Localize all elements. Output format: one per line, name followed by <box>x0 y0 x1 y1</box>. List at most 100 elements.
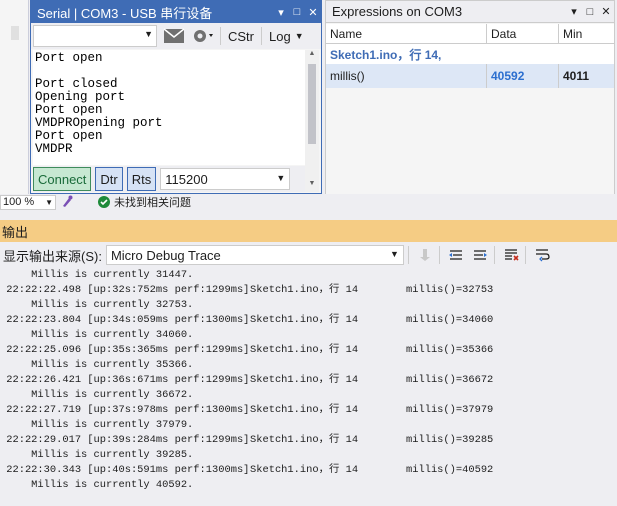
message-line: Millis is currently 37979. <box>0 418 617 433</box>
cstr-button[interactable]: CStr <box>224 25 258 47</box>
brush-icon[interactable] <box>60 194 74 211</box>
check-circle-icon <box>98 196 110 208</box>
trace-time: 22:22:25.096 [up:35s:365ms perf:1299ms] <box>0 344 250 356</box>
output-toolbar: 显示输出来源(S): Micro Debug Trace ▼ <box>0 242 617 268</box>
trace-file: Sketch1.ino，行 14 <box>250 404 359 416</box>
send-input[interactable]: ▼ <box>33 25 157 47</box>
issues-text: 未找到相关问题 <box>114 197 191 209</box>
word-wrap-icon[interactable] <box>532 245 552 265</box>
column-header-name[interactable]: Name <box>326 27 486 41</box>
message-line: Millis is currently 31447. <box>0 268 617 283</box>
message-text: Millis is currently 39285. <box>0 449 194 461</box>
chevron-down-icon: ▼ <box>390 249 399 259</box>
message-text: Millis is currently 35366. <box>0 359 194 371</box>
trace-file: Sketch1.ino，行 14 <box>250 374 359 386</box>
toolbar-divider <box>524 246 526 264</box>
find-message-icon[interactable] <box>415 245 435 265</box>
log-button[interactable]: Log ▼ <box>265 25 308 47</box>
message-line: Millis is currently 36672. <box>0 388 617 403</box>
zoom-value: 100 % <box>3 196 35 208</box>
trace-time: 22:22:29.017 [up:39s:284ms perf:1299ms] <box>0 434 250 446</box>
expression-data: 40592 <box>486 64 558 88</box>
chevron-down-icon: ▼ <box>144 29 153 39</box>
trace-line: 22:22:22.498 [up:32s:752ms perf:1299ms] S… <box>0 283 617 298</box>
gear-icon[interactable] <box>191 25 217 47</box>
table-row[interactable]: millis() 40592 4011 <box>326 64 614 88</box>
toolbar-divider <box>493 246 495 264</box>
output-source-value: Micro Debug Trace <box>110 247 221 263</box>
message-text: Millis is currently 36672. <box>0 389 194 401</box>
column-header-min[interactable]: Min <box>558 24 614 43</box>
dtr-button[interactable]: Dtr <box>95 167 123 191</box>
next-message-icon[interactable] <box>470 245 490 265</box>
mail-icon[interactable] <box>161 25 187 47</box>
dropdown-icon[interactable]: ▾ <box>566 5 582 18</box>
scroll-marker <box>11 26 19 40</box>
message-line: Millis is currently 34060. <box>0 328 617 343</box>
rts-button[interactable]: Rts <box>126 167 157 191</box>
trace-expression: millis()=35366 <box>406 344 494 356</box>
chevron-down-icon: ▼ <box>276 173 286 183</box>
previous-message-icon[interactable] <box>446 245 466 265</box>
expressions-titlebar[interactable]: Expressions on COM3 ▾ □ ✕ <box>326 1 614 23</box>
output-source-select[interactable]: Micro Debug Trace ▼ <box>105 245 404 265</box>
maximize-icon[interactable]: □ <box>289 6 305 18</box>
message-line: Millis is currently 40592. <box>0 478 617 493</box>
column-header-data[interactable]: Data <box>486 24 558 43</box>
serial-line: VMDPR <box>35 142 73 156</box>
message-text: Millis is currently 37979. <box>0 419 194 431</box>
trace-line: 22:22:27.719 [up:37s:978ms perf:1300ms] S… <box>0 403 617 418</box>
message-text: Millis is currently 32753. <box>0 299 194 311</box>
source-label: 显示输出来源(S): <box>3 248 102 264</box>
log-label: Log <box>269 28 291 44</box>
editor-status-row: 100 % ▼ 未找到相关问题 <box>0 194 617 210</box>
trace-expression: millis()=40592 <box>406 464 494 476</box>
clear-all-icon[interactable] <box>501 245 521 265</box>
serial-monitor-text[interactable]: Port open Port closed Opening port Port ope… <box>33 50 305 165</box>
toolbar-divider <box>261 27 262 45</box>
message-line: Millis is currently 32753. <box>0 298 617 313</box>
serial-toolbar: ▼ CStr Log ▼ <box>31 23 321 49</box>
scroll-down-icon[interactable]: ▼ <box>305 180 319 192</box>
message-line: Millis is currently 39285. <box>0 448 617 463</box>
trace-line: 22:22:25.096 [up:35s:365ms perf:1299ms] S… <box>0 343 617 358</box>
trace-file: Sketch1.ino，行 14 <box>250 314 359 326</box>
message-text: Millis is currently 40592. <box>0 479 194 491</box>
serial-title: Serial | COM3 - USB 串行设备 <box>37 5 213 21</box>
connect-button[interactable]: Connect <box>33 167 92 191</box>
output-log[interactable]: Millis is currently 31447. 22:22:22.498 … <box>0 268 617 506</box>
serial-line: Port open <box>35 129 103 143</box>
maximize-icon[interactable]: □ <box>582 6 598 18</box>
scroll-up-icon[interactable]: ▲ <box>305 50 319 62</box>
trace-file: Sketch1.ino，行 14 <box>250 344 359 356</box>
scrollbar-thumb[interactable] <box>308 64 316 144</box>
issues-indicator[interactable]: 未找到相关问题 <box>98 194 191 210</box>
chevron-down-icon: ▼ <box>294 31 304 41</box>
trace-file: Sketch1.ino，行 14 <box>250 434 359 446</box>
trace-line: 22:22:26.421 [up:36s:671ms perf:1299ms] S… <box>0 373 617 388</box>
chevron-down-icon: ▼ <box>45 197 53 207</box>
trace-time: 22:22:23.804 [up:34s:059ms perf:1300ms] <box>0 314 250 326</box>
close-icon[interactable]: ✕ <box>598 5 614 18</box>
trace-expression: millis()=37979 <box>406 404 494 416</box>
serial-titlebar[interactable]: Serial | COM3 - USB 串行设备 ▾ □ ✕ <box>31 1 321 23</box>
trace-file: Sketch1.ino，行 14 <box>250 464 359 476</box>
trace-expression: millis()=39285 <box>406 434 494 446</box>
trace-expression: millis()=36672 <box>406 374 494 386</box>
message-text: Millis is currently 31447. <box>0 269 194 281</box>
table-row-file[interactable]: Sketch1.ino，行 14, <box>326 44 614 64</box>
serial-bottom-bar: Connect Dtr Rts 115200 ▼ <box>33 166 305 192</box>
expression-min: 4011 <box>558 64 614 88</box>
serial-scrollbar[interactable]: ▲ ▼ <box>305 50 319 192</box>
dropdown-icon[interactable]: ▾ <box>273 6 289 19</box>
trace-time: 22:22:30.343 [up:40s:591ms perf:1300ms] <box>0 464 250 476</box>
close-icon[interactable]: ✕ <box>305 6 321 19</box>
serial-window: Serial | COM3 - USB 串行设备 ▾ □ ✕ ▼ CStr Lo… <box>30 0 322 194</box>
baud-rate-select[interactable]: 115200 ▼ <box>160 168 291 190</box>
zoom-select[interactable]: 100 % ▼ <box>0 194 56 210</box>
expressions-title: Expressions on COM3 <box>332 4 463 19</box>
output-panel-title[interactable]: 输出 <box>0 220 617 242</box>
table-header: Name Data Min <box>326 24 614 44</box>
editor-left-strip <box>0 0 29 196</box>
trace-expression: millis()=32753 <box>406 284 494 296</box>
